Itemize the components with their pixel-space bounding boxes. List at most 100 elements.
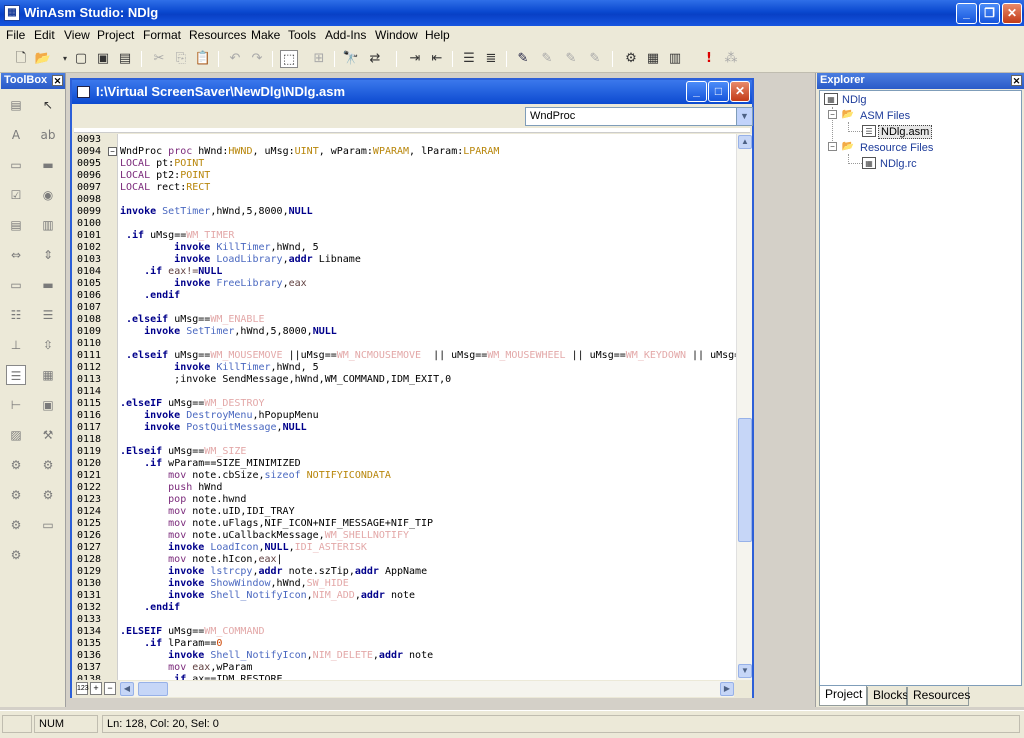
scroll-down-icon[interactable]: ▼ (738, 664, 752, 678)
line-tool-icon[interactable]: ⊢ (6, 395, 26, 415)
fold-collapse-icon[interactable]: − (108, 147, 117, 156)
rebar-tool-icon[interactable]: ▭ (38, 515, 58, 535)
menu-resources[interactable]: Resources (189, 28, 246, 42)
collapse-icon[interactable]: − (828, 110, 837, 119)
hscroll-tool-icon[interactable]: ⇔ (6, 245, 26, 265)
trackbar-tool-icon[interactable]: ⊥ (6, 335, 26, 355)
updown-tool-icon[interactable]: ⇳ (38, 335, 58, 355)
radio-tool-icon[interactable]: ◉ (38, 185, 58, 205)
menu-file[interactable]: File (6, 28, 25, 42)
menu-addins[interactable]: Add-Ins (325, 28, 366, 42)
open-folder-icon[interactable]: 📂 (34, 50, 52, 68)
animate-tool-icon[interactable]: ⚒ (38, 425, 58, 445)
save-icon[interactable]: ▢ (72, 50, 90, 68)
paste-icon[interactable]: 📋 (194, 50, 212, 68)
ipaddress-tool-icon[interactable]: ⚙ (38, 455, 58, 475)
assemble-icon[interactable]: ⚙ (622, 50, 640, 68)
editor-close-button[interactable]: ✕ (730, 81, 750, 102)
menu-make[interactable]: Make (251, 28, 280, 42)
frame-tool-icon[interactable]: ▣ (38, 395, 58, 415)
window-title-bar[interactable]: ▦ WinAsm Studio: NDlg _ ❐ ✕ (0, 0, 1024, 26)
edit-box-tool-icon[interactable]: ▭ (6, 155, 26, 175)
toggle-bookmark-icon[interactable]: ✎ (514, 50, 532, 68)
menu-edit[interactable]: Edit (34, 28, 55, 42)
treeview-tool-icon[interactable]: ☷ (6, 305, 26, 325)
uncomment-block-icon[interactable]: ≣ (482, 50, 500, 68)
close-button[interactable]: ✕ (1002, 3, 1022, 24)
image-tool-icon[interactable]: ▨ (6, 425, 26, 445)
dialog-tool-icon[interactable]: ▤ (6, 95, 26, 115)
collapse-icon[interactable]: − (828, 142, 837, 151)
listview-tool-icon[interactable]: ☰ (38, 305, 58, 325)
clear-bookmarks-icon[interactable]: ✎ (586, 50, 604, 68)
chevron-down-icon[interactable]: ▼ (736, 108, 752, 125)
line-numbers-toggle-icon[interactable]: 123 (76, 682, 89, 695)
pointer-tool-icon[interactable]: ↖ (38, 95, 58, 115)
toolbox-close-icon[interactable]: ✕ (52, 75, 63, 86)
tree-root-ndlg[interactable]: NDlg (842, 94, 866, 106)
cut-icon[interactable]: ✂ (150, 50, 168, 68)
redo-icon[interactable]: ↷ (248, 50, 266, 68)
link-icon[interactable]: ▥ (666, 50, 684, 68)
grid-icon[interactable]: ⊞ (310, 50, 328, 68)
richedit-tool-icon[interactable]: ☰ (6, 365, 26, 385)
find-icon[interactable]: 🔭 (342, 50, 360, 68)
save-all-icon[interactable]: ▤ (116, 50, 134, 68)
tab-project[interactable]: Project (819, 686, 867, 706)
prev-bookmark-icon[interactable]: ✎ (562, 50, 580, 68)
procedure-dropdown[interactable]: WndProc ▼ (525, 107, 753, 126)
code-area[interactable]: WndProc proc hWnd:HWND, uMsg:UINT, wPara… (118, 134, 736, 680)
replace-icon[interactable]: ⇄ (366, 50, 384, 68)
scroll-left-icon[interactable]: ◀ (120, 682, 134, 696)
debug-icon[interactable]: ⁂ (722, 50, 740, 68)
menu-window[interactable]: Window (375, 28, 418, 42)
save-as-icon[interactable]: ▣ (94, 50, 112, 68)
menu-project[interactable]: Project (97, 28, 134, 42)
tree-file-ndlg-asm[interactable]: NDlg.asm (878, 125, 933, 139)
vertical-scroll-thumb[interactable] (738, 418, 752, 542)
editor-maximize-button[interactable]: □ (708, 81, 729, 102)
static-text-tool-icon[interactable]: A (6, 125, 26, 145)
tree-file-ndlg-rc[interactable]: NDlg.rc (880, 158, 917, 170)
label-tool-icon[interactable]: ab (38, 125, 58, 145)
vertical-scrollbar[interactable]: ▲ ▼ (736, 134, 752, 680)
statusbar-tool-icon[interactable]: ▦ (38, 365, 58, 385)
next-bookmark-icon[interactable]: ✎ (538, 50, 556, 68)
explorer-close-icon[interactable]: ✕ (1011, 75, 1022, 86)
listbox-tool-icon[interactable]: ▥ (38, 215, 58, 235)
indent-icon[interactable]: ⇥ (406, 50, 424, 68)
outdent-icon[interactable]: ⇤ (428, 50, 446, 68)
menu-help[interactable]: Help (425, 28, 450, 42)
new-file-icon[interactable]: 🗋 (12, 50, 30, 68)
comment-block-icon[interactable]: ☰ (460, 50, 478, 68)
horizontal-scrollbar[interactable]: ◀ ▶ (120, 681, 734, 697)
tree-resource-files[interactable]: Resource Files (860, 142, 933, 154)
restore-button[interactable]: ❐ (979, 3, 1000, 24)
progress-tool-icon[interactable]: ▬ (38, 275, 58, 295)
editor-title-bar[interactable]: I:\Virtual ScreenSaver\NewDlg\NDlg.asm _… (72, 80, 752, 104)
scroll-up-icon[interactable]: ▲ (738, 135, 752, 149)
winasm-app-icon[interactable]: ▦ (4, 5, 20, 21)
horizontal-scroll-thumb[interactable] (138, 682, 168, 696)
execute-icon[interactable]: ! (700, 50, 718, 68)
combobox-tool-icon[interactable]: ▤ (6, 215, 26, 235)
tab-resources[interactable]: Resources (907, 687, 970, 706)
scroll-right-icon[interactable]: ▶ (720, 682, 734, 696)
editor-minimize-button[interactable]: _ (686, 81, 707, 102)
user-control-tool-icon[interactable]: ⚙ (6, 545, 26, 565)
checkbox-tool-icon[interactable]: ☑ (6, 185, 26, 205)
copy-icon[interactable]: ⎘ (172, 50, 190, 68)
build-icon[interactable]: ▦ (644, 50, 662, 68)
menu-format[interactable]: Format (143, 28, 181, 42)
select-mode-icon[interactable]: ⬚ (280, 50, 298, 68)
undo-icon[interactable]: ↶ (226, 50, 244, 68)
vscroll-tool-icon[interactable]: ⇕ (38, 245, 58, 265)
collapse-all-icon[interactable]: − (104, 682, 116, 695)
minimize-button[interactable]: _ (956, 3, 977, 24)
toolbar-tool-icon[interactable]: ⚙ (6, 515, 26, 535)
datetime-tool-icon[interactable]: ⚙ (6, 485, 26, 505)
menu-view[interactable]: View (64, 28, 90, 42)
tab-tool-icon[interactable]: ▭ (6, 275, 26, 295)
tab-blocks[interactable]: Blocks (867, 687, 908, 706)
hotkey-tool-icon[interactable]: ⚙ (6, 455, 26, 475)
